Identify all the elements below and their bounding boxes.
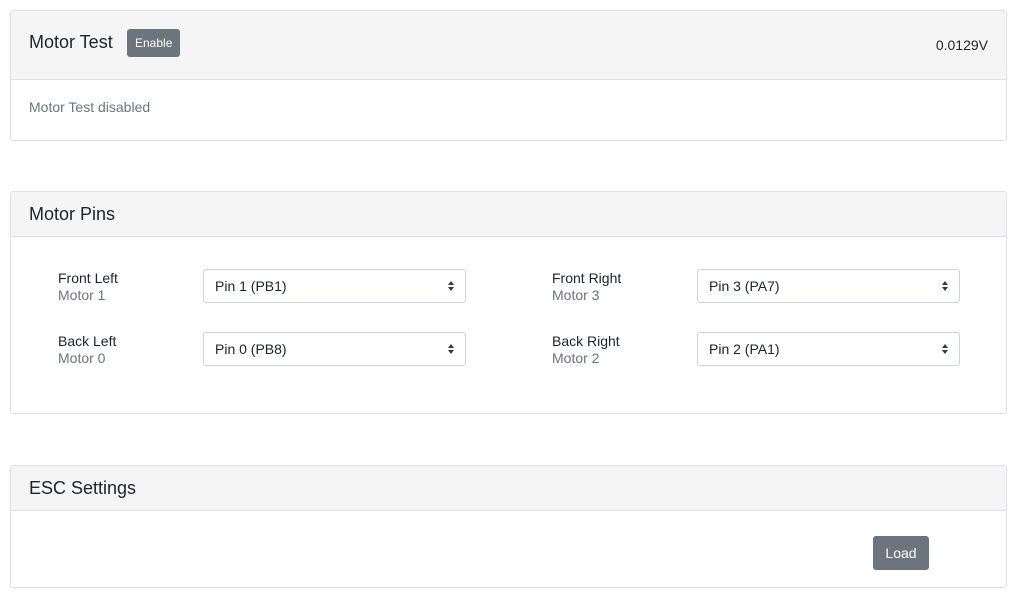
front-left-pin-select[interactable]: Pin 1 (PB1) — [203, 269, 466, 303]
front-left-position: Front Left — [58, 270, 118, 286]
chevron-up-down-icon — [448, 281, 454, 291]
enable-button[interactable]: Enable — [127, 29, 181, 57]
back-right-label: Back Right Motor 2 — [552, 333, 620, 367]
chevron-up-down-icon — [942, 344, 948, 354]
chevron-up-down-icon — [448, 344, 454, 354]
back-left-pin-select[interactable]: Pin 0 (PB8) — [203, 332, 466, 366]
front-left-pin-value: Pin 1 (PB1) — [215, 278, 287, 294]
esc-settings-title: ESC Settings — [29, 478, 137, 498]
back-left-label: Back Left Motor 0 — [58, 333, 116, 367]
motor-test-header: Motor Test Enable 0.0129V — [11, 11, 1006, 80]
esc-settings-card: ESC Settings Load — [10, 465, 1007, 588]
back-right-pin-value: Pin 2 (PA1) — [709, 341, 780, 357]
front-left-label: Front Left Motor 1 — [58, 270, 118, 304]
motor-pins-header: Motor Pins — [11, 192, 1006, 237]
motor-pins-card: Motor Pins Front Left Motor 1 Pin 1 (PB1… — [10, 191, 1007, 414]
front-right-motor: Motor 3 — [552, 287, 600, 303]
motor-pins-title: Motor Pins — [29, 204, 116, 224]
motor-test-title: Motor Test — [29, 32, 113, 52]
esc-settings-header: ESC Settings — [11, 466, 1006, 511]
motor-test-card: Motor Test Enable 0.0129V Motor Test dis… — [10, 10, 1007, 141]
back-left-motor: Motor 0 — [58, 350, 106, 366]
load-button[interactable]: Load — [873, 536, 929, 570]
back-right-motor: Motor 2 — [552, 350, 600, 366]
front-left-motor: Motor 1 — [58, 287, 106, 303]
front-right-position: Front Right — [552, 270, 622, 286]
front-right-pin-value: Pin 3 (PA7) — [709, 278, 780, 294]
motor-test-status: Motor Test disabled — [29, 99, 151, 115]
chevron-up-down-icon — [942, 281, 948, 291]
front-right-label: Front Right Motor 3 — [552, 270, 621, 304]
voltage-readout: 0.0129V — [935, 37, 988, 53]
back-right-position: Back Right — [552, 333, 620, 349]
front-right-pin-select[interactable]: Pin 3 (PA7) — [697, 269, 960, 303]
back-left-position: Back Left — [58, 333, 117, 349]
back-left-pin-value: Pin 0 (PB8) — [215, 341, 287, 357]
back-right-pin-select[interactable]: Pin 2 (PA1) — [697, 332, 960, 366]
